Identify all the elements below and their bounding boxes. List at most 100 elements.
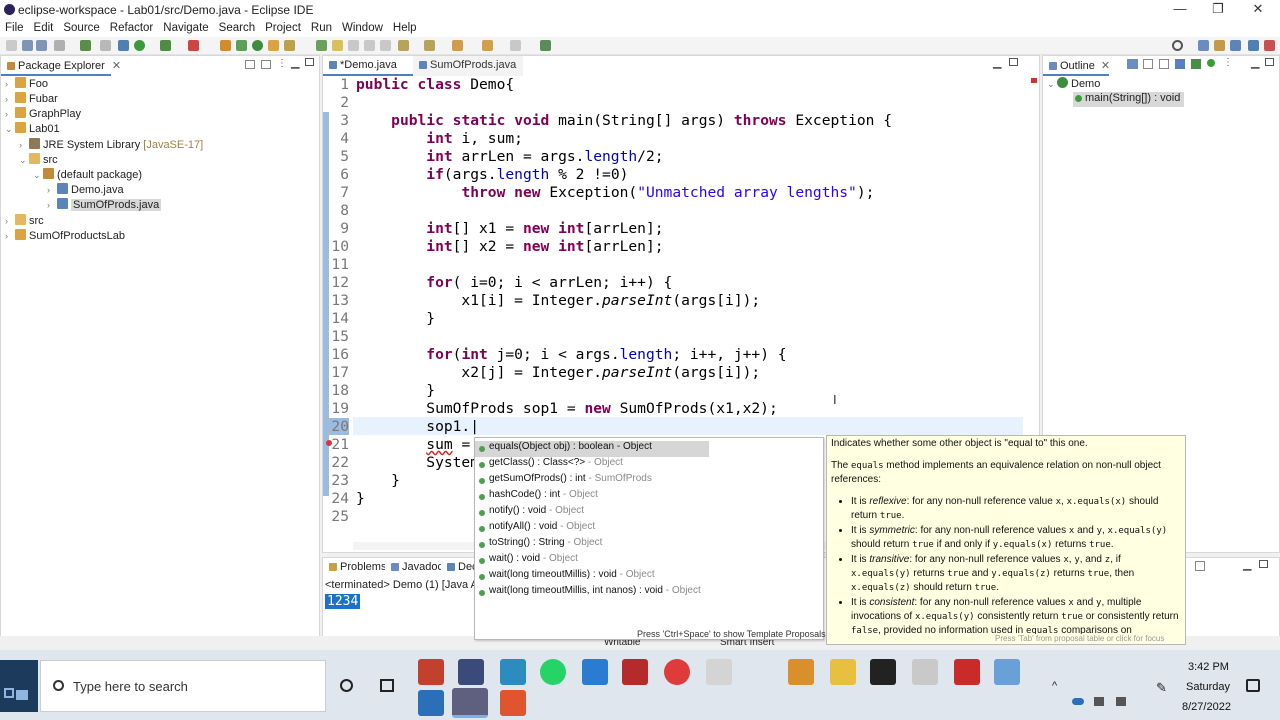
back-icon[interactable]	[482, 40, 493, 51]
app-filezilla-icon[interactable]	[622, 659, 648, 685]
proposal-item[interactable]: wait(long timeoutMillis) : void - Object	[475, 569, 823, 585]
minimize-view-icon[interactable]: ▁	[1243, 558, 1251, 571]
minimize-view-icon[interactable]: ▁	[291, 56, 299, 69]
app-outlook-icon[interactable]	[706, 659, 732, 685]
tree-item-graphplay[interactable]: › GraphPlay	[5, 107, 81, 122]
search-tool-icon[interactable]	[284, 40, 295, 51]
proposal-item[interactable]: hashCode() : int - Object	[475, 489, 823, 505]
minimize-view-icon[interactable]: ▁	[1251, 56, 1259, 69]
save-all-icon[interactable]	[36, 40, 47, 51]
outline-item-main[interactable]: main(String[]) : void	[1073, 92, 1185, 107]
tab-package-explorer[interactable]: Package Explorer ✕	[1, 56, 121, 76]
hide-local-types-icon[interactable]	[1191, 59, 1201, 69]
maximize-view-icon[interactable]	[305, 58, 314, 66]
tree-item-demo-java[interactable]: › Demo.java	[47, 183, 124, 198]
perspective-open-icon[interactable]	[1198, 40, 1209, 51]
perspective-java-ee-icon[interactable]	[1214, 40, 1225, 51]
block-selection-icon[interactable]	[348, 40, 359, 51]
view-menu-icon[interactable]: ⋮	[277, 58, 287, 69]
expand-icon[interactable]: ›	[5, 79, 15, 89]
console-output[interactable]: 1234	[325, 594, 361, 609]
menu-navigate[interactable]: Navigate	[158, 21, 213, 34]
tree-item-src-folder[interactable]: › src	[5, 214, 44, 229]
collapse-icon[interactable]: ⌄	[33, 170, 43, 181]
skip-breakpoints-icon[interactable]	[100, 40, 111, 51]
minimize-button[interactable]: —	[1160, 1, 1200, 19]
expand-icon[interactable]: ›	[5, 231, 15, 241]
collapse-icon[interactable]: ⌄	[1047, 79, 1057, 90]
tray-onedrive-icon[interactable]	[1072, 698, 1084, 705]
hide-nonpublic-icon[interactable]	[1175, 59, 1185, 69]
app-photos-icon[interactable]	[418, 690, 444, 716]
hide-fields-icon[interactable]	[1143, 59, 1153, 69]
tray-pen-icon[interactable]: ✎	[1156, 680, 1167, 696]
expand-icon[interactable]: ›	[47, 185, 57, 195]
search-icon[interactable]	[1172, 40, 1183, 51]
menu-file[interactable]: File	[0, 21, 29, 34]
proposal-item[interactable]: wait(long timeoutMillis, int nanos) : vo…	[475, 585, 823, 601]
tray-overflow-icon[interactable]: ^	[1052, 680, 1057, 692]
close-tab-icon[interactable]: ✕	[1101, 60, 1110, 72]
mark-occurrences-icon[interactable]	[332, 40, 343, 51]
minimize-editor-icon[interactable]: ▁	[993, 56, 1001, 69]
outline-menu-icon[interactable]: ⋮	[1223, 57, 1233, 68]
tab-outline[interactable]: Outline ✕	[1043, 56, 1110, 76]
notifications-icon[interactable]	[1246, 679, 1260, 692]
save-icon[interactable]	[22, 40, 33, 51]
annotation-icon[interactable]	[316, 40, 327, 51]
tray-volume-icon[interactable]	[1116, 697, 1126, 706]
proposal-item[interactable]: notify() : void - Object	[475, 505, 823, 521]
clock-time[interactable]: 3:42 PM	[1188, 661, 1229, 673]
new-java-project-icon[interactable]	[220, 40, 231, 51]
link-editor-icon[interactable]	[1207, 59, 1215, 67]
prev-annotation-icon[interactable]	[424, 40, 435, 51]
proposal-item[interactable]: getSumOfProds() : int - SumOfProds	[475, 473, 823, 489]
tree-item-jre-library[interactable]: › JRE System Library [JavaSE-17]	[19, 138, 203, 153]
collapse-icon[interactable]: ⌄	[19, 155, 29, 166]
tree-item-default-package[interactable]: ⌄ (default package)	[33, 168, 142, 183]
proposal-item[interactable]: notifyAll() : void - Object	[475, 521, 823, 537]
tab-problems[interactable]: Problems	[323, 558, 393, 578]
tree-item-src[interactable]: ⌄ src	[19, 153, 58, 168]
menu-edit[interactable]: Edit	[29, 21, 59, 34]
app-whatsapp-icon[interactable]	[540, 659, 566, 685]
app-java-icon[interactable]	[418, 659, 444, 685]
menu-project[interactable]: Project	[260, 21, 306, 34]
collapse-icon[interactable]: ⌄	[5, 124, 15, 135]
last-edit-icon[interactable]	[452, 40, 463, 51]
new-package-icon[interactable]	[236, 40, 247, 51]
new-class-icon[interactable]	[252, 40, 263, 51]
task-view-icon[interactable]	[380, 679, 394, 692]
app-remote-icon[interactable]	[500, 659, 526, 685]
collapse-all-icon[interactable]	[245, 60, 255, 69]
close-tab-icon[interactable]: ✕	[112, 60, 121, 72]
app-explorer-icon[interactable]	[830, 659, 856, 685]
app-package-icon[interactable]	[788, 659, 814, 685]
restore-button[interactable]: ❐	[1198, 1, 1238, 19]
menu-run[interactable]: Run	[306, 21, 337, 34]
app-eclipse-icon[interactable]	[452, 688, 488, 718]
javadoc-hover[interactable]: Indicates whether some other object is "…	[826, 435, 1186, 645]
start-button[interactable]	[0, 660, 38, 712]
app-todo-icon[interactable]	[664, 659, 690, 685]
tab-sumofprods-java[interactable]: SumOfProds.java	[413, 56, 523, 76]
menu-help[interactable]: Help	[388, 21, 422, 34]
perspective-git-icon[interactable]	[1264, 40, 1275, 51]
link-editor-icon[interactable]	[261, 60, 271, 69]
app-terminal-icon[interactable]	[870, 659, 896, 685]
maximize-editor-icon[interactable]	[1009, 58, 1018, 66]
app-calculator-icon[interactable]	[458, 659, 484, 685]
external-tools-icon[interactable]	[188, 40, 199, 51]
app-vscode-icon[interactable]	[582, 659, 608, 685]
maximize-view-icon[interactable]	[1265, 58, 1274, 66]
perspective-java-icon[interactable]	[1230, 40, 1241, 51]
close-button[interactable]: ✕	[1238, 1, 1278, 19]
expand-icon[interactable]: ›	[19, 140, 29, 150]
app-notepad-icon[interactable]	[994, 659, 1020, 685]
tree-item-sumofproductslab[interactable]: › SumOfProductsLab	[5, 229, 125, 244]
app-display-icon[interactable]	[912, 659, 938, 685]
outline-item-demo[interactable]: ⌄ Demo	[1047, 77, 1100, 92]
pin-editor-icon[interactable]	[540, 40, 551, 51]
tree-item-sumofprods-java[interactable]: › SumOfProds.java	[47, 198, 162, 213]
new-icon[interactable]	[6, 40, 17, 51]
